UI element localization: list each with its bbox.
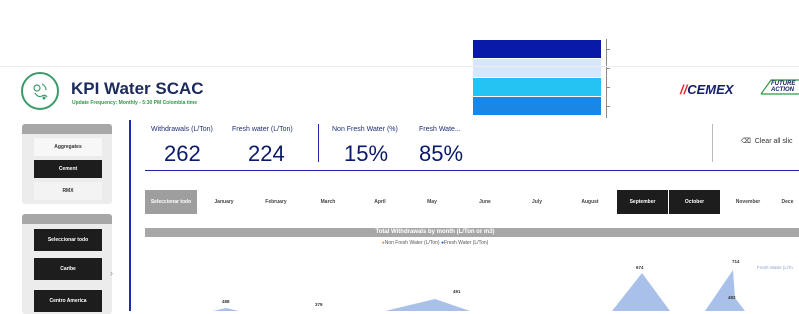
- water-logo-icon: [21, 72, 59, 110]
- month-july[interactable]: July: [512, 190, 562, 214]
- month-september[interactable]: September: [617, 190, 668, 214]
- kpi-fresh-pct-label: Fresh Wate...: [419, 126, 461, 133]
- kpi-withdrawals-label: Withdrawals (L/Ton): [151, 126, 213, 133]
- kpi-non-fresh-label: Non Fresh Water (%): [332, 126, 398, 133]
- kpi-fresh-pct-value: 85%: [419, 141, 464, 166]
- data-label: 714: [732, 259, 740, 264]
- region-centro-america-button[interactable]: Centro America: [34, 290, 102, 312]
- kpi-separator: [318, 124, 319, 162]
- region-select-all-button[interactable]: Seleccionar todo: [34, 229, 102, 251]
- data-label: 488: [222, 299, 230, 304]
- withdrawals-area-chart: 488 379 491 674 714 483: [213, 259, 745, 311]
- vertical-divider: [129, 120, 131, 311]
- region-slicer-header: [22, 214, 112, 224]
- data-label: 491: [453, 289, 461, 294]
- color-swatch-dark-blue: [473, 40, 601, 58]
- legend-fresh: Fresh Water (L/Ton): [444, 240, 489, 246]
- fresh-water-area: [612, 273, 670, 311]
- month-april[interactable]: April: [355, 190, 405, 214]
- eraser-icon: ⌫: [741, 138, 751, 145]
- chart-title: Total Withdrawals by month (L/Ton or m3): [375, 229, 495, 235]
- month-may[interactable]: May: [407, 190, 457, 214]
- month-october[interactable]: October: [669, 190, 720, 214]
- update-frequency-text: Update Frequency: Monthly - 5:30 PM Colo…: [72, 100, 198, 106]
- series-label-fresh: Fresh Water (L/To: [757, 265, 793, 270]
- swatch-tick: [606, 49, 610, 50]
- segment-aggregates-button[interactable]: Aggregates: [34, 138, 102, 156]
- clear-all-slicers-button[interactable]: ⌫ Clear all slic: [741, 137, 793, 145]
- report-header: KPI Water SCAC Update Frequency: Monthly…: [0, 66, 799, 117]
- month-january[interactable]: January: [199, 190, 249, 214]
- data-label: 674: [636, 265, 644, 270]
- segment-rmx-button[interactable]: RMX: [34, 182, 102, 200]
- kpi-non-fresh-value: 15%: [344, 141, 389, 166]
- segment-slicer-header: [22, 124, 112, 134]
- kpi-withdrawals-value: 262: [164, 141, 201, 166]
- legend-non-fresh: Non Fresh Water (L/Ton): [384, 240, 440, 246]
- page-title: KPI Water SCAC: [71, 79, 204, 98]
- month-august[interactable]: August: [565, 190, 615, 214]
- cemex-logo: //CEMEX: [680, 82, 734, 97]
- kpi-fresh-water-value: 224: [248, 141, 285, 166]
- month-february[interactable]: February: [251, 190, 301, 214]
- chevron-right-icon[interactable]: ›: [110, 268, 113, 278]
- month-november[interactable]: November: [722, 190, 774, 214]
- future-in-action-logo: FUTURE ACTION: [759, 78, 799, 96]
- month-march[interactable]: March: [303, 190, 353, 214]
- chart-legend: ●Non Fresh Water (L/Ton) ●Fresh Water (L…: [145, 240, 725, 246]
- month-june[interactable]: June: [460, 190, 510, 214]
- fresh-water-area: [705, 270, 745, 311]
- kpi-fresh-water-label: Fresh water (L/Ton): [232, 126, 293, 133]
- month-december[interactable]: Dece: [776, 190, 799, 214]
- region-caribe-button[interactable]: Caribe: [34, 258, 102, 280]
- segment-cement-button[interactable]: Cement: [34, 160, 102, 178]
- region-slicer: Seleccionar todo Caribe Centro America: [22, 214, 112, 314]
- kpi-baseline: [145, 170, 799, 171]
- fresh-water-area: [385, 299, 470, 311]
- kpi-separator-right: [712, 124, 713, 162]
- data-label: 483: [728, 295, 736, 300]
- month-select-all[interactable]: Seleccionar todo: [145, 190, 197, 214]
- segment-slicer: Aggregates Cement RMX: [22, 124, 112, 204]
- data-label: 379: [315, 302, 323, 307]
